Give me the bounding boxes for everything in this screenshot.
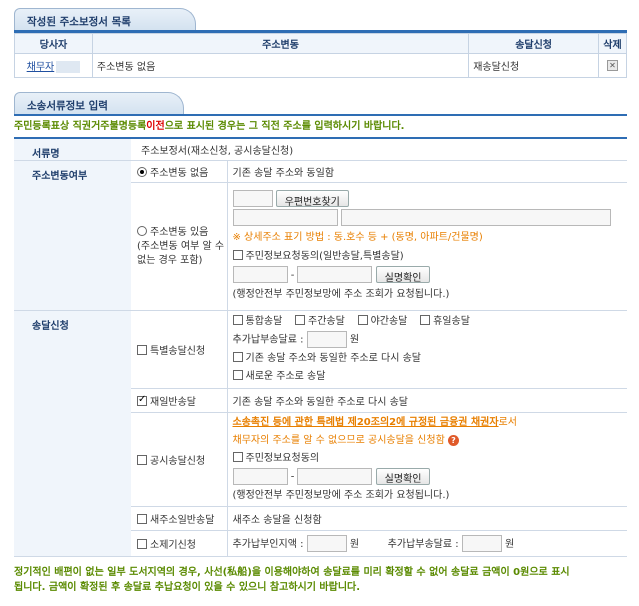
col-delivery: 송달신청 bbox=[468, 33, 599, 54]
doc-name-value: 주소보정서(재소신청, 공시송달신청) bbox=[131, 138, 627, 161]
table-row: 채무자 주소변동 없음 재송달신청 ✕ bbox=[14, 53, 628, 78]
checkbox-icon[interactable] bbox=[137, 514, 147, 524]
col-delete: 삭제 bbox=[597, 33, 628, 54]
new-addr-checkbox[interactable] bbox=[232, 369, 243, 380]
new-general-desc: 새주소 송달을 신청함 bbox=[227, 506, 627, 531]
public-id-front-input[interactable] bbox=[232, 468, 288, 486]
opt-holiday-checkbox[interactable] bbox=[420, 315, 431, 326]
col-party: 당사자 bbox=[14, 33, 93, 54]
checkbox-icon[interactable] bbox=[137, 345, 147, 355]
consent-checkbox[interactable] bbox=[232, 249, 243, 260]
input-section-tab: 소송서류정보 입력 bbox=[14, 92, 184, 114]
radio-icon[interactable] bbox=[137, 167, 147, 177]
address-change-cell: 주소변동 없음 bbox=[91, 53, 470, 78]
radio-icon[interactable] bbox=[137, 225, 147, 236]
checkbox-icon[interactable] bbox=[137, 455, 147, 465]
postcode-search-button[interactable]: 우편번호찾기 bbox=[275, 190, 349, 208]
input-notice: 주민등록표상 직권거주불명등록이전으로 표시된 경우는 그 직전 주소를 입력하… bbox=[14, 121, 405, 132]
checkbox-icon[interactable] bbox=[137, 539, 147, 549]
public-verify-button[interactable]: 실명확인 bbox=[375, 468, 431, 486]
id-back-input[interactable] bbox=[297, 266, 373, 283]
withdraw-check[interactable]: 소제기신청 bbox=[131, 530, 228, 557]
redelivery-desc: 기존 송달 주소와 동일한 주소로 다시 송달 bbox=[227, 388, 627, 413]
special-delivery-check[interactable]: 특별송달신청 bbox=[131, 310, 228, 389]
law-link[interactable]: 소송촉진 등에 관한 특례법 제20조의2에 규정된 금융권 채권자 bbox=[233, 417, 499, 428]
party-name-masked bbox=[56, 61, 81, 73]
party-link[interactable]: 채무자 bbox=[27, 62, 55, 73]
opt-integrated-checkbox[interactable] bbox=[232, 315, 243, 326]
addr-change-label: 주소변동여부 bbox=[14, 160, 131, 311]
input-section-line bbox=[14, 114, 627, 116]
list-section-tab: 작성된 주소보정서 목록 bbox=[14, 8, 196, 30]
delete-icon[interactable]: ✕ bbox=[606, 60, 618, 71]
new-general-check[interactable]: 새주소일반송달 bbox=[131, 506, 228, 531]
public-lookup-note: (행정안전부 주민정보망에 주소 조회가 요청됩니다.) bbox=[232, 489, 450, 501]
redelivery-check[interactable]: 재일반송달 bbox=[131, 388, 228, 413]
addr-yes-radio[interactable]: 주소변동 있음 (주소변동 여부 알 수 없는 경우 포함) bbox=[131, 182, 228, 311]
public-id-back-input[interactable] bbox=[297, 468, 373, 486]
id-front-input[interactable] bbox=[232, 266, 288, 283]
postcode-input[interactable] bbox=[232, 190, 273, 207]
doc-name-label: 서류명 bbox=[14, 138, 131, 161]
address-detail-input[interactable] bbox=[340, 209, 611, 226]
special-fee-input[interactable] bbox=[306, 331, 347, 349]
help-icon[interactable]: ? bbox=[447, 435, 459, 447]
address-hint: ※ 상세주소 표기 방법 : 동.호수 등 + (동명, 아파트/건물명) bbox=[232, 231, 483, 243]
same-addr-checkbox[interactable] bbox=[232, 351, 243, 362]
addr-none-radio[interactable]: 주소변동 없음 bbox=[131, 160, 228, 183]
document-form: 서류명 주소보정서(재소신청, 공시송달신청) 주소변동여부 주소변동 없음 기… bbox=[14, 137, 627, 557]
checkbox-icon[interactable] bbox=[137, 394, 147, 406]
col-address-change: 주소변동 bbox=[91, 33, 470, 54]
withdraw-fee-input[interactable] bbox=[461, 535, 502, 553]
input-section-title: 소송서류정보 입력 bbox=[27, 100, 108, 112]
addr-none-desc: 기존 송달 주소와 동일함 bbox=[227, 160, 627, 183]
address-list-table: 당사자 주소변동 송달신청 삭제 채무자 주소변동 없음 재송달신청 ✕ bbox=[14, 33, 628, 78]
footer-notice: 정기적인 배편이 없는 일부 도서지역의 경우, 사선(私船)을 이용해야하여 … bbox=[14, 567, 570, 593]
stamp-fee-input[interactable] bbox=[306, 535, 347, 553]
delivery-label: 송달신청 bbox=[14, 310, 131, 557]
opt-day-checkbox[interactable] bbox=[295, 315, 306, 326]
public-consent-checkbox[interactable] bbox=[232, 452, 243, 463]
opt-night-checkbox[interactable] bbox=[357, 315, 368, 326]
lookup-note: (행정안전부 주민정보망에 주소 조회가 요청됩니다.) bbox=[232, 288, 450, 300]
public-delivery-check[interactable]: 공시송달신청 bbox=[131, 412, 228, 507]
verify-button[interactable]: 실명확인 bbox=[375, 266, 431, 284]
list-section-title: 작성된 주소보정서 목록 bbox=[27, 16, 131, 28]
delivery-cell: 재송달신청 bbox=[468, 53, 599, 78]
address-input[interactable] bbox=[232, 209, 338, 226]
